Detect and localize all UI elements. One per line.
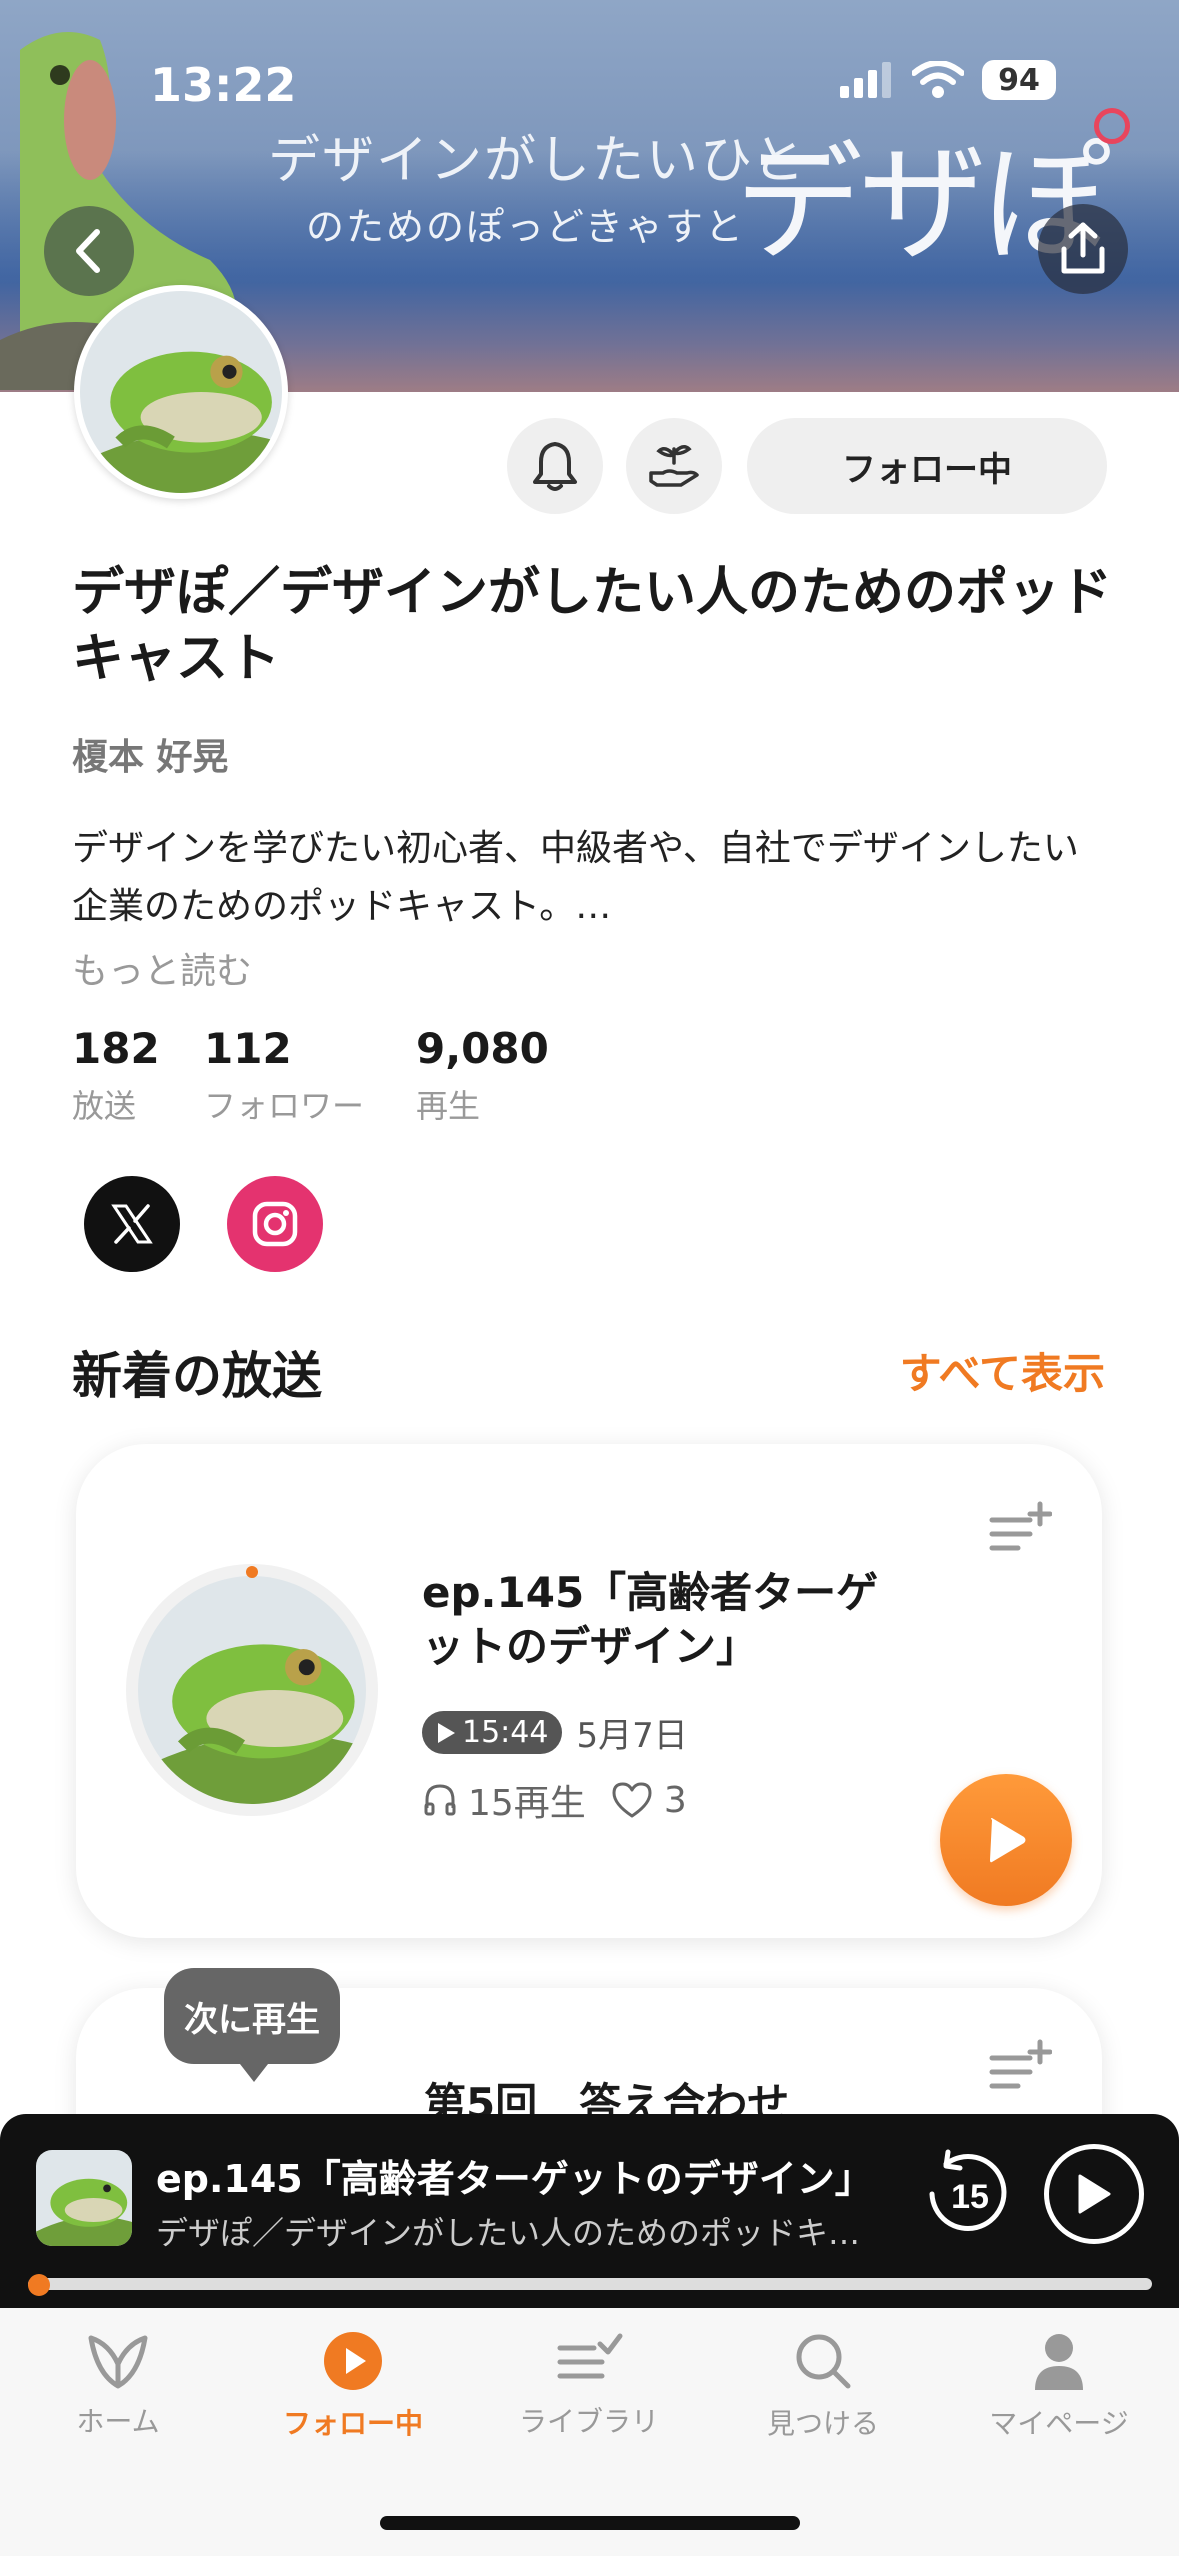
stat-followers[interactable]: 112 フォロワー: [204, 1024, 416, 1127]
person-icon: [1035, 2334, 1083, 2390]
episode-date: 5月7日: [576, 1716, 688, 1756]
skip-seconds: 15: [951, 2178, 989, 2216]
add-queue-icon: [989, 2039, 1053, 2089]
play-small-icon: [438, 1722, 455, 1743]
signal-icon: [840, 62, 891, 98]
episode-artwork: [126, 1564, 378, 1816]
tab-home[interactable]: ホーム: [18, 2330, 218, 2440]
frog-player-image: [36, 2150, 132, 2246]
stat-value: 182: [72, 1024, 160, 1073]
hand-sprout-icon: [649, 445, 699, 487]
instagram-link-button[interactable]: [227, 1176, 323, 1272]
play-count: 15再生: [468, 1783, 586, 1824]
stat-broadcasts: 182 放送: [72, 1024, 204, 1127]
headphones-icon: [424, 1784, 456, 1816]
x-logo-icon: [111, 1204, 153, 1244]
notification-button[interactable]: [507, 418, 603, 514]
player-play-button[interactable]: [1044, 2144, 1144, 2244]
x-link-button[interactable]: [84, 1176, 180, 1272]
rewind-15-icon: 15: [929, 2149, 1007, 2232]
chevron-left-icon: [76, 229, 100, 273]
tab-discover[interactable]: 見つける: [723, 2330, 923, 2442]
logo-dot: [1094, 108, 1130, 144]
banner-text-line1: デザインがしたいひと: [268, 131, 807, 191]
share-button[interactable]: [1038, 204, 1128, 294]
tab-mypage[interactable]: マイページ: [959, 2330, 1159, 2442]
progress-knob[interactable]: [28, 2274, 51, 2296]
player-podcast-title: デザぽ／デザインがしたい人のためのポッドキ…: [156, 2214, 861, 2252]
bell-icon: [533, 442, 577, 491]
stat-value: 112: [204, 1024, 292, 1073]
tab-label: ホーム: [76, 2405, 160, 2438]
heart-icon[interactable]: [610, 1780, 654, 1820]
episode-title: ep.145「高齢者ターゲットのデザイン」: [422, 1568, 879, 1671]
like-count: 3: [663, 1779, 687, 1821]
podcast-author[interactable]: 榎本 好晃: [72, 728, 229, 780]
duration-text: 15:44: [462, 1715, 549, 1750]
share-icon: [1061, 222, 1105, 274]
search-icon: [796, 2334, 851, 2389]
episode-card[interactable]: ep.145「高齢者ターゲットのデザイン」 15:44 5月7日 15再生 3: [76, 1444, 1102, 1938]
duration-badge: 15:44: [422, 1711, 563, 1754]
player-episode-title: ep.145「高齢者ターゲットのデザイン」: [156, 2157, 873, 2201]
frog-avatar-image: [80, 291, 282, 493]
follow-play-icon: [324, 2332, 382, 2390]
show-all-link[interactable]: すべて表示: [900, 1340, 1105, 1401]
player-artwork: [36, 2150, 132, 2246]
skip-back-button[interactable]: 15: [918, 2144, 1018, 2244]
playback-progress-bar[interactable]: [28, 2278, 1152, 2290]
podcast-stats: 182 放送 112 フォロワー 9,080 再生: [72, 1024, 616, 1127]
tab-label: フォロー中: [282, 2407, 423, 2440]
banner-text-line2: のためのぽっどきゃすと: [306, 205, 745, 249]
wifi-icon: [912, 61, 964, 98]
episode-meta: 15:44 5月7日: [422, 1708, 688, 1757]
next-up-tooltip: 次に再生: [164, 1968, 340, 2082]
battery-indicator: 94: [982, 60, 1056, 100]
episode-stats: 15再生 3: [422, 1774, 687, 1826]
podcast-title: デザぽ／デザインがしたい人のためのポッドキャスト: [72, 563, 1113, 689]
tab-following[interactable]: フォロー中: [253, 2330, 453, 2442]
play-icon: [990, 1818, 1026, 1863]
back-button[interactable]: [44, 206, 134, 296]
episode-play-button[interactable]: [940, 1774, 1072, 1906]
support-button[interactable]: [626, 418, 722, 514]
library-icon: [557, 2333, 623, 2379]
tab-label: ライブラリ: [518, 2405, 659, 2438]
add-to-queue-button[interactable]: [988, 1500, 1053, 1558]
stat-label: 再生: [416, 1087, 481, 1125]
status-icons: 94: [840, 60, 1056, 100]
stat-label: 放送: [72, 1087, 137, 1125]
home-leaf-icon: [88, 2335, 148, 2389]
follow-button[interactable]: フォロー中: [747, 418, 1107, 514]
tab-label: マイページ: [989, 2407, 1129, 2440]
podcast-avatar: [74, 285, 288, 499]
read-more-link[interactable]: もっと読む: [72, 942, 252, 994]
instagram-icon: [252, 1201, 298, 1247]
play-icon: [1078, 2174, 1111, 2214]
status-time: 13:22: [150, 58, 297, 112]
add-queue-icon: [989, 1501, 1053, 1551]
home-indicator: [380, 2516, 800, 2530]
tab-label: 見つける: [766, 2407, 879, 2440]
stat-value: 9,080: [416, 1024, 549, 1073]
stat-plays: 9,080 再生: [416, 1024, 616, 1127]
stat-label: フォロワー: [204, 1087, 365, 1125]
podcast-page: デザインがしたいひと のためのぽっどきゃすと デザぽ 13:22 94 フォロー…: [0, 0, 1179, 2556]
mini-player[interactable]: ep.145「高齢者ターゲットのデザイン」 デザぽ／デザインがしたい人のためのポ…: [0, 2114, 1179, 2308]
section-title: 新着の放送: [72, 1347, 322, 1405]
new-episode-dot: [246, 1566, 258, 1578]
tab-library[interactable]: ライブラリ: [489, 2330, 689, 2440]
podcast-description: デザインを学びたい初心者、中級者や、自社でデザインしたい企業のためのポッドキャス…: [72, 828, 1079, 927]
add-to-queue-button[interactable]: [988, 2038, 1053, 2096]
frog-episode-image: [138, 1576, 366, 1804]
